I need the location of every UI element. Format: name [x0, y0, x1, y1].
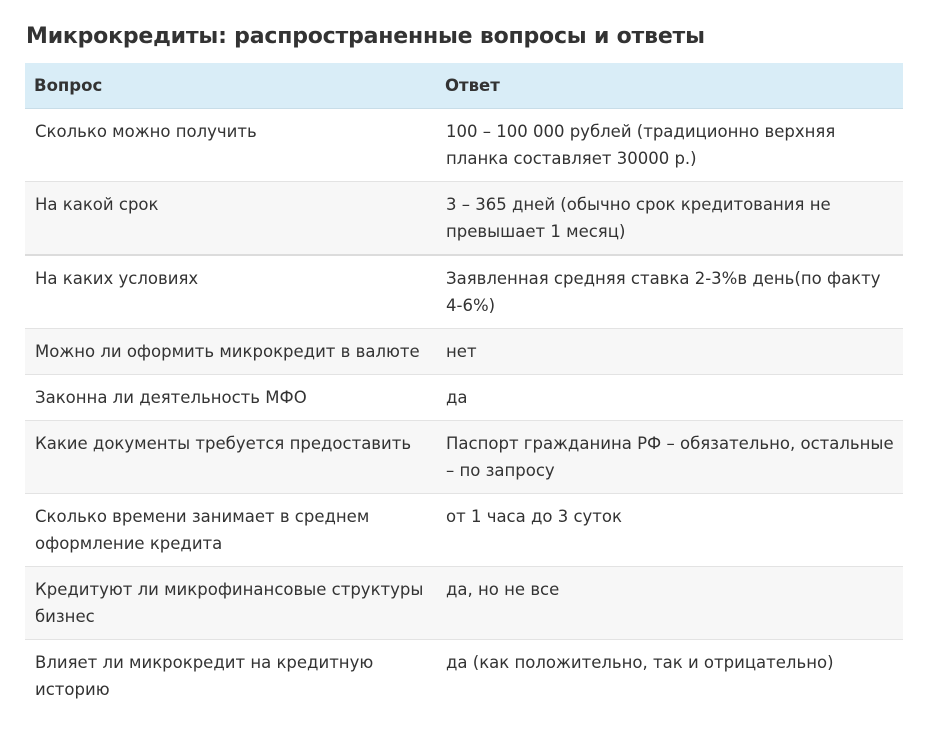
table-row: Какие документы требуется предоставить П… — [25, 420, 903, 494]
table-row: На какой срок 3 – 365 дней (обычно срок … — [25, 181, 903, 256]
table-body: Сколько можно получить 100 – 100 000 руб… — [25, 108, 903, 712]
question-cell: Кредитуют ли микрофинансовые структуры б… — [25, 566, 436, 640]
answer-cell: 100 – 100 000 рублей (традиционно верхня… — [436, 108, 903, 182]
answer-cell: Паспорт гражданина РФ – обязательно, ост… — [436, 420, 903, 494]
table-row: Влияет ли микрокредит на кредитную истор… — [25, 639, 903, 712]
question-cell: Законна ли деятельность МФО — [25, 374, 436, 421]
question-cell: Сколько можно получить — [25, 108, 436, 182]
table-row: Сколько времени занимает в среднем оформ… — [25, 493, 903, 567]
answer-cell: нет — [436, 328, 903, 375]
question-cell: Сколько времени занимает в среднем оформ… — [25, 493, 436, 567]
page-title: Микрокредиты: распространенные вопросы и… — [26, 24, 705, 49]
answer-cell: да — [436, 374, 903, 421]
answer-cell: да (как положительно, так и отрицательно… — [436, 639, 903, 712]
table-row: На каких условиях Заявленная средняя ста… — [25, 255, 903, 329]
table-row: Кредитуют ли микрофинансовые структуры б… — [25, 566, 903, 640]
answer-cell: да, но не все — [436, 566, 903, 640]
answer-cell: 3 – 365 дней (обычно срок кредитования н… — [436, 181, 903, 256]
question-cell: На какой срок — [25, 181, 436, 256]
table-header: Вопрос Ответ — [25, 63, 903, 109]
header-row: Вопрос Ответ — [25, 63, 903, 109]
question-cell: Какие документы требуется предоставить — [25, 420, 436, 494]
question-cell: Влияет ли микрокредит на кредитную истор… — [25, 639, 436, 712]
table-row: Можно ли оформить микрокредит в валюте н… — [25, 328, 903, 375]
column-header-answer: Ответ — [436, 63, 903, 109]
question-cell: На каких условиях — [25, 255, 436, 329]
answer-cell: Заявленная средняя ставка 2-3%в день(по … — [436, 255, 903, 329]
answer-cell: от 1 часа до 3 суток — [436, 493, 903, 567]
faq-table: Вопрос Ответ Сколько можно получить 100 … — [25, 63, 903, 712]
question-cell: Можно ли оформить микрокредит в валюте — [25, 328, 436, 375]
table-row: Законна ли деятельность МФО да — [25, 374, 903, 421]
table-row: Сколько можно получить 100 – 100 000 руб… — [25, 108, 903, 182]
column-header-question: Вопрос — [25, 63, 436, 109]
